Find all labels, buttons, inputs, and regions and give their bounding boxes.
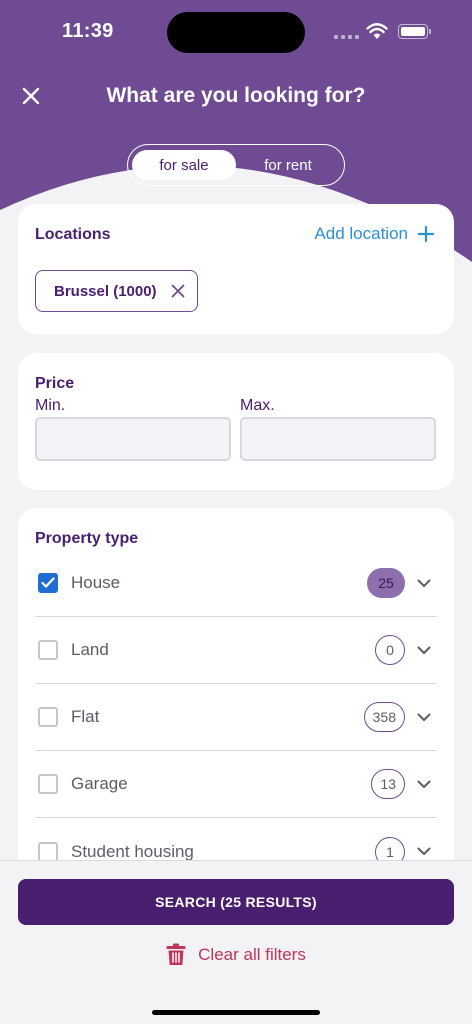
page-title: What are you looking for? <box>106 84 366 107</box>
wifi-icon <box>366 23 388 39</box>
add-location-label: Add location <box>314 224 408 243</box>
close-icon <box>171 284 184 298</box>
price-min-input[interactable] <box>35 417 231 461</box>
status-bar: 11:39 <box>0 0 472 62</box>
land-checkbox[interactable] <box>38 640 58 660</box>
property-type-row-house[interactable]: House 25 <box>35 550 437 617</box>
property-type-label: House <box>71 573 121 592</box>
chevron-down-icon[interactable] <box>417 713 431 722</box>
property-type-row-land[interactable]: Land 0 <box>35 617 437 684</box>
price-max-label: Max. <box>240 397 275 414</box>
home-indicator <box>152 1010 320 1015</box>
count-badge: 358 <box>363 702 405 732</box>
bottom-action-bar: SEARCH (25 RESULTS) Clear all filters <box>0 860 472 1024</box>
price-min-label: Min. <box>35 397 66 414</box>
checkmark-icon <box>41 577 55 588</box>
clear-filters-label: Clear all filters <box>198 944 306 964</box>
chevron-down-icon[interactable] <box>417 780 431 789</box>
property-type-title: Property type <box>35 530 139 547</box>
battery-icon <box>398 24 431 39</box>
property-type-label: Land <box>71 640 109 659</box>
price-title: Price <box>35 375 75 392</box>
flat-checkbox[interactable] <box>38 707 58 727</box>
chevron-down-icon[interactable] <box>417 646 431 655</box>
property-type-label: Student housing <box>71 841 194 861</box>
sale-rent-toggle: for sale for rent <box>127 144 345 186</box>
clear-filters-button[interactable]: Clear all filters <box>0 943 472 966</box>
search-button[interactable]: SEARCH (25 RESULTS) <box>18 879 454 925</box>
toggle-for-sale[interactable]: for sale <box>132 150 236 180</box>
status-time: 11:39 <box>62 20 114 42</box>
dynamic-island <box>167 12 305 53</box>
locations-card: Locations Add location Brussel (1000) <box>18 204 454 334</box>
location-chip: Brussel (1000) <box>35 270 198 312</box>
add-location-button[interactable]: Add location <box>314 224 434 244</box>
property-type-label: Flat <box>71 707 100 726</box>
property-type-row-flat[interactable]: Flat 358 <box>35 684 437 751</box>
location-chip-label: Brussel (1000) <box>54 282 157 300</box>
remove-location-button[interactable] <box>171 284 185 298</box>
toggle-for-rent[interactable]: for rent <box>236 150 340 180</box>
house-checkbox[interactable] <box>38 573 58 593</box>
price-max-input[interactable] <box>240 417 436 461</box>
property-type-row-garage[interactable]: Garage 13 <box>35 751 437 818</box>
student-housing-checkbox[interactable] <box>38 841 58 862</box>
garage-checkbox[interactable] <box>38 774 58 794</box>
locations-title: Locations <box>35 226 111 243</box>
signal-icon <box>334 35 359 39</box>
plus-icon <box>418 226 434 242</box>
count-badge: 25 <box>367 568 405 598</box>
chevron-down-icon[interactable] <box>417 847 431 856</box>
trash-icon <box>166 943 186 965</box>
property-type-label: Garage <box>71 774 128 793</box>
price-card: Price Min. Max. <box>18 353 454 490</box>
count-badge: 0 <box>375 635 405 665</box>
count-badge: 13 <box>371 769 405 799</box>
chevron-down-icon[interactable] <box>417 579 431 588</box>
property-type-list: House 25 Land 0 Flat 358 Garage 13 Stude… <box>35 550 437 885</box>
